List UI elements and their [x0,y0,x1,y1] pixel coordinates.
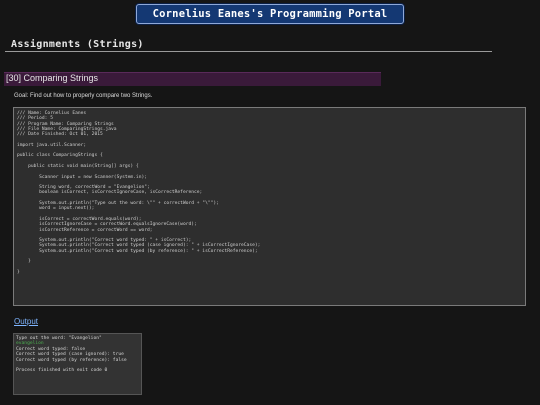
assignment-title: [30] Comparing Strings [6,73,99,83]
section-heading: Assignments (Strings) [11,39,144,50]
output-line: Correct word typed (case ignored): true [16,352,124,358]
portal-title: Cornelius Eanes's Programming Portal [136,4,404,24]
output-line: Process finished with exit code 0 [16,368,108,374]
output-link[interactable]: Output [14,317,38,326]
output-line: Correct word typed (by reference): false [16,357,127,363]
program-output: Type out the word: "Evangelion" evangelio… [13,333,142,395]
code-line: } [17,269,20,275]
assignment-goal: Goal: Find out how to properly compare t… [14,93,153,99]
section-divider [5,51,492,52]
code-listing: /// Name: Cornelius Eanes/// Period: 5//… [13,107,526,306]
